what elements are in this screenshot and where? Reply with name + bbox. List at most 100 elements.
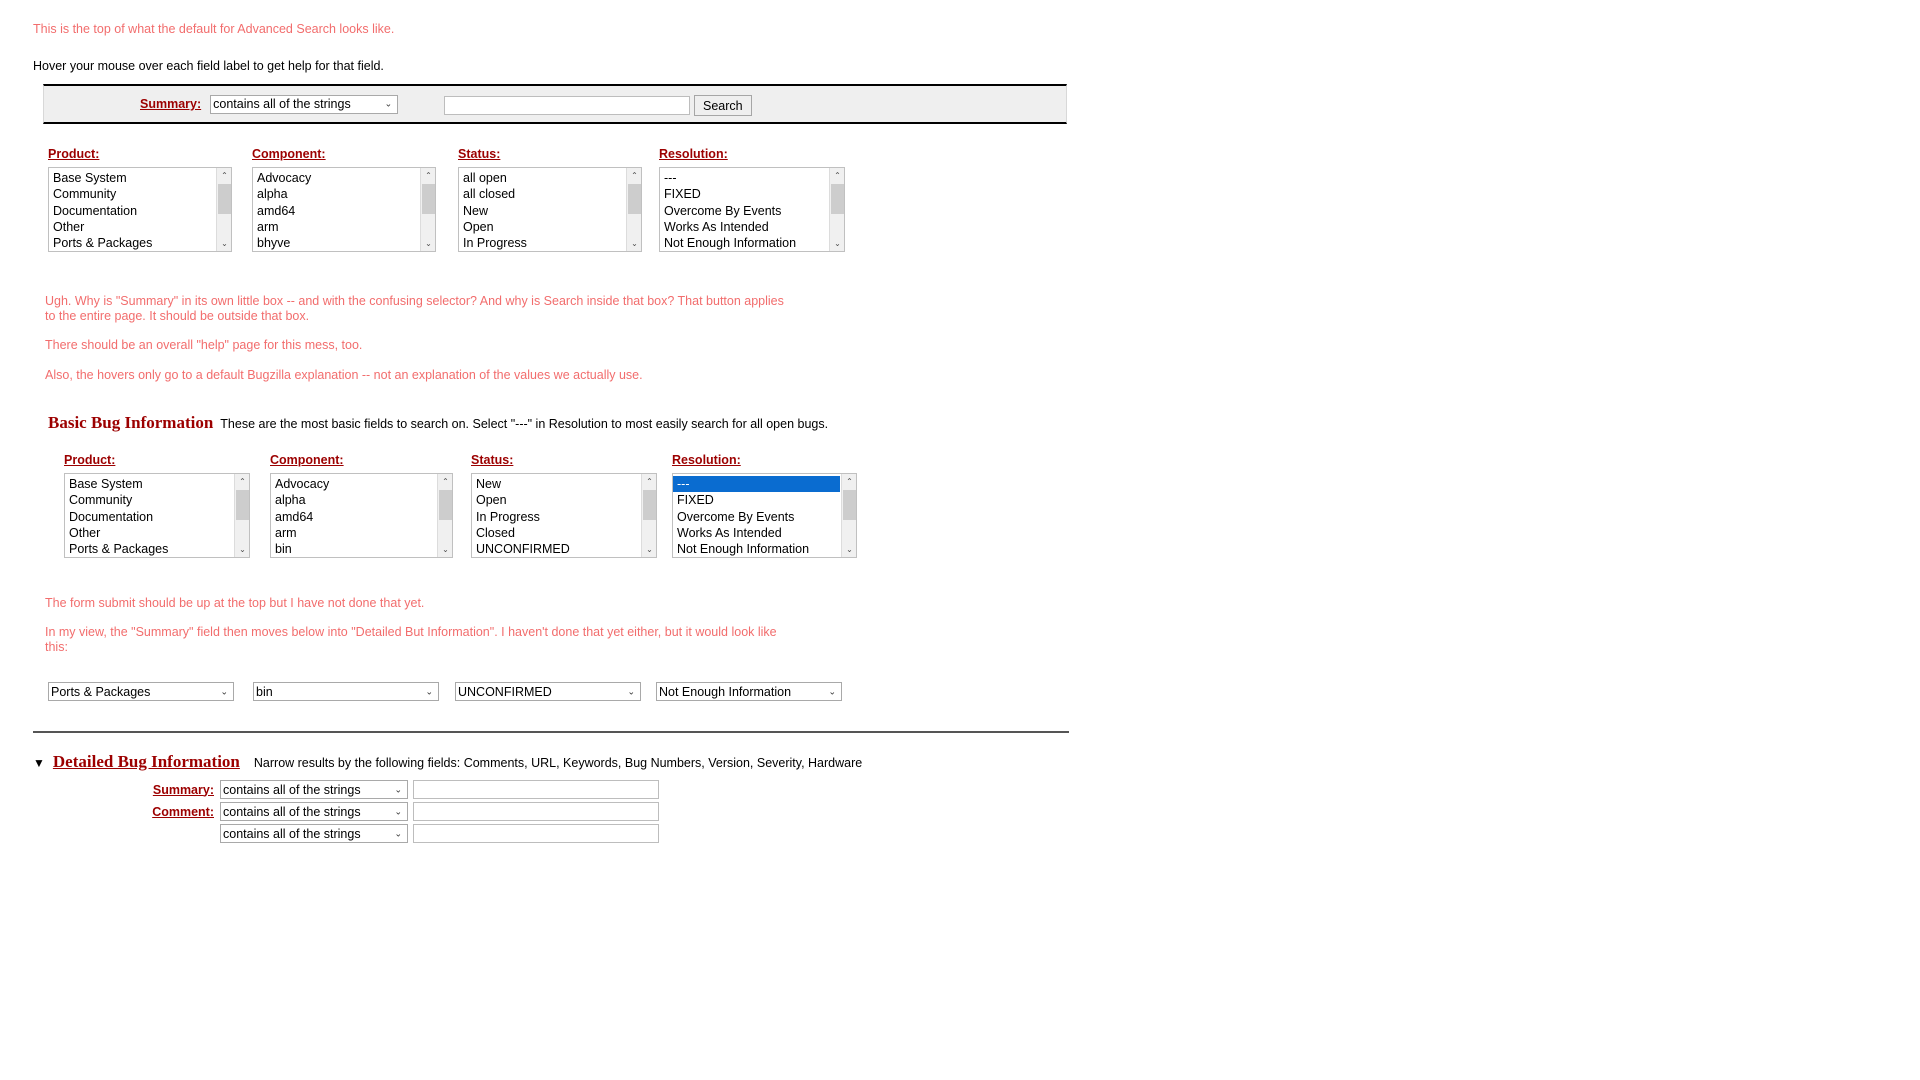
list-item[interactable]: Base System [65,476,233,492]
list-item[interactable]: Other [49,219,215,235]
detailed-comment-input[interactable] [413,802,659,821]
scrollbar[interactable]: ⌃ ⌄ [437,474,452,557]
top-product-label[interactable]: Product: [48,147,232,161]
detailed-summary-label[interactable]: Summary: [136,783,214,797]
scroll-down-icon[interactable]: ⌄ [642,542,656,557]
scroll-up-icon[interactable]: ⌃ [235,474,249,489]
list-item[interactable]: Works As Intended [660,219,828,235]
list-item[interactable]: New [472,476,640,492]
list-item[interactable]: Open [459,219,625,235]
top-status-listbox[interactable]: all open all closed New Open In Progress… [458,167,642,252]
scroll-down-icon[interactable]: ⌄ [217,236,231,251]
scroll-up-icon[interactable]: ⌃ [421,168,435,183]
scrollbar[interactable]: ⌃ ⌄ [626,168,641,251]
list-item[interactable]: amd64 [271,509,436,525]
scrollbar-thumb[interactable] [831,184,844,214]
list-item[interactable]: Closed [472,525,640,541]
list-item[interactable]: In Progress [459,235,625,251]
list-item-selected[interactable]: --- [673,476,840,493]
list-item[interactable]: Documentation [65,509,233,525]
list-item[interactable]: Other [65,525,233,541]
summary-text-input[interactable] [444,96,690,115]
list-item[interactable]: Community [65,492,233,508]
list-item[interactable]: Base System [49,170,215,186]
scroll-up-icon[interactable]: ⌃ [642,474,656,489]
list-item[interactable]: bhyve [271,557,436,558]
scrollbar[interactable]: ⌃ ⌄ [841,474,856,557]
scrollbar[interactable]: ⌃ ⌄ [641,474,656,557]
top-resolution-listbox[interactable]: --- FIXED Overcome By Events Works As In… [659,167,845,252]
basic-product-listbox[interactable]: Base System Community Documentation Othe… [64,473,250,558]
scrollbar-thumb[interactable] [422,184,435,214]
scrollbar-thumb[interactable] [628,184,641,214]
scroll-up-icon[interactable]: ⌃ [830,168,844,183]
list-item[interactable]: Feedback Timeout [660,251,828,252]
top-product-listbox[interactable]: Base System Community Documentation Othe… [48,167,232,252]
scrollbar-thumb[interactable] [236,490,249,520]
list-item[interactable]: bhyve [253,235,419,251]
detailed-comment-operator-select[interactable]: contains all of the strings [220,802,408,821]
list-item[interactable]: Not Enough Information [673,541,840,557]
scrollbar[interactable]: ⌃ ⌄ [216,168,231,251]
list-item[interactable]: FIXED [673,492,840,508]
list-item[interactable]: Ports & Packages [49,235,215,251]
detailed-section-title[interactable]: Detailed Bug Information [53,752,240,772]
basic-resolution-listbox[interactable]: --- FIXED Overcome By Events Works As In… [672,473,857,558]
list-item[interactable]: UNCONFIRMED [472,541,640,557]
list-item[interactable]: bin [253,251,419,252]
scroll-up-icon[interactable]: ⌃ [217,168,231,183]
list-item[interactable]: all closed [459,186,625,202]
basic-status-label[interactable]: Status: [471,453,657,467]
list-item[interactable]: Not Enough Information [660,235,828,251]
list-item[interactable]: New [459,203,625,219]
list-item[interactable]: Community [49,186,215,202]
basic-component-label[interactable]: Component: [270,453,453,467]
scrollbar-thumb[interactable] [439,490,452,520]
list-item[interactable]: Services [65,557,233,558]
scroll-up-icon[interactable]: ⌃ [842,474,856,489]
detailed-third-operator-select[interactable]: contains all of the strings [220,824,408,843]
list-item[interactable]: Closed [459,251,625,252]
summary-operator-select[interactable]: contains all of the strings [210,94,399,114]
list-item[interactable]: Feedback Timeout [673,557,840,558]
search-button[interactable]: Search [694,95,752,116]
basic-component-listbox[interactable]: Advocacy alpha amd64 arm bin bhyve ⌃ ⌄ [270,473,453,558]
collapsed-component-select[interactable]: bin [253,682,439,701]
top-component-label[interactable]: Component: [252,147,436,161]
scrollbar[interactable]: ⌃ ⌄ [234,474,249,557]
collapsed-status-select[interactable]: UNCONFIRMED [455,682,641,701]
list-item[interactable]: Services [49,251,215,252]
list-item[interactable]: all open [459,170,625,186]
scroll-down-icon[interactable]: ⌄ [830,236,844,251]
scroll-down-icon[interactable]: ⌄ [438,542,452,557]
list-item[interactable]: Documentation [49,203,215,219]
scrollbar-thumb[interactable] [843,490,856,520]
basic-resolution-label[interactable]: Resolution: [672,453,857,467]
basic-status-listbox[interactable]: New Open In Progress Closed UNCONFIRMED … [471,473,657,558]
list-item[interactable]: bin [271,541,436,557]
collapsed-resolution-select[interactable]: Not Enough Information [656,682,842,701]
list-item[interactable]: Works As Intended [673,525,840,541]
list-item[interactable]: arm [253,219,419,235]
scrollbar[interactable]: ⌃ ⌄ [829,168,844,251]
detailed-third-input[interactable] [413,824,659,843]
list-item[interactable]: Advocacy [253,170,419,186]
list-item[interactable]: Overcome By Events [660,203,828,219]
list-item[interactable]: arm [271,525,436,541]
scroll-down-icon[interactable]: ⌄ [235,542,249,557]
detailed-comment-label[interactable]: Comment: [136,805,214,819]
list-item[interactable]: Open [472,492,640,508]
detailed-summary-operator-select[interactable]: contains all of the strings [220,780,408,799]
scroll-down-icon[interactable]: ⌄ [842,542,856,557]
summary-label[interactable]: Summary: [140,97,201,111]
list-item[interactable]: Needs Triage [472,557,640,558]
list-item[interactable]: Advocacy [271,476,436,492]
basic-product-label[interactable]: Product: [64,453,250,467]
top-status-label[interactable]: Status: [458,147,642,161]
top-component-listbox[interactable]: Advocacy alpha amd64 arm bhyve bin ⌃ ⌄ [252,167,436,252]
list-item[interactable]: Ports & Packages [65,541,233,557]
scroll-up-icon[interactable]: ⌃ [627,168,641,183]
scroll-down-icon[interactable]: ⌄ [421,236,435,251]
list-item[interactable]: amd64 [253,203,419,219]
list-item[interactable]: --- [660,170,828,186]
